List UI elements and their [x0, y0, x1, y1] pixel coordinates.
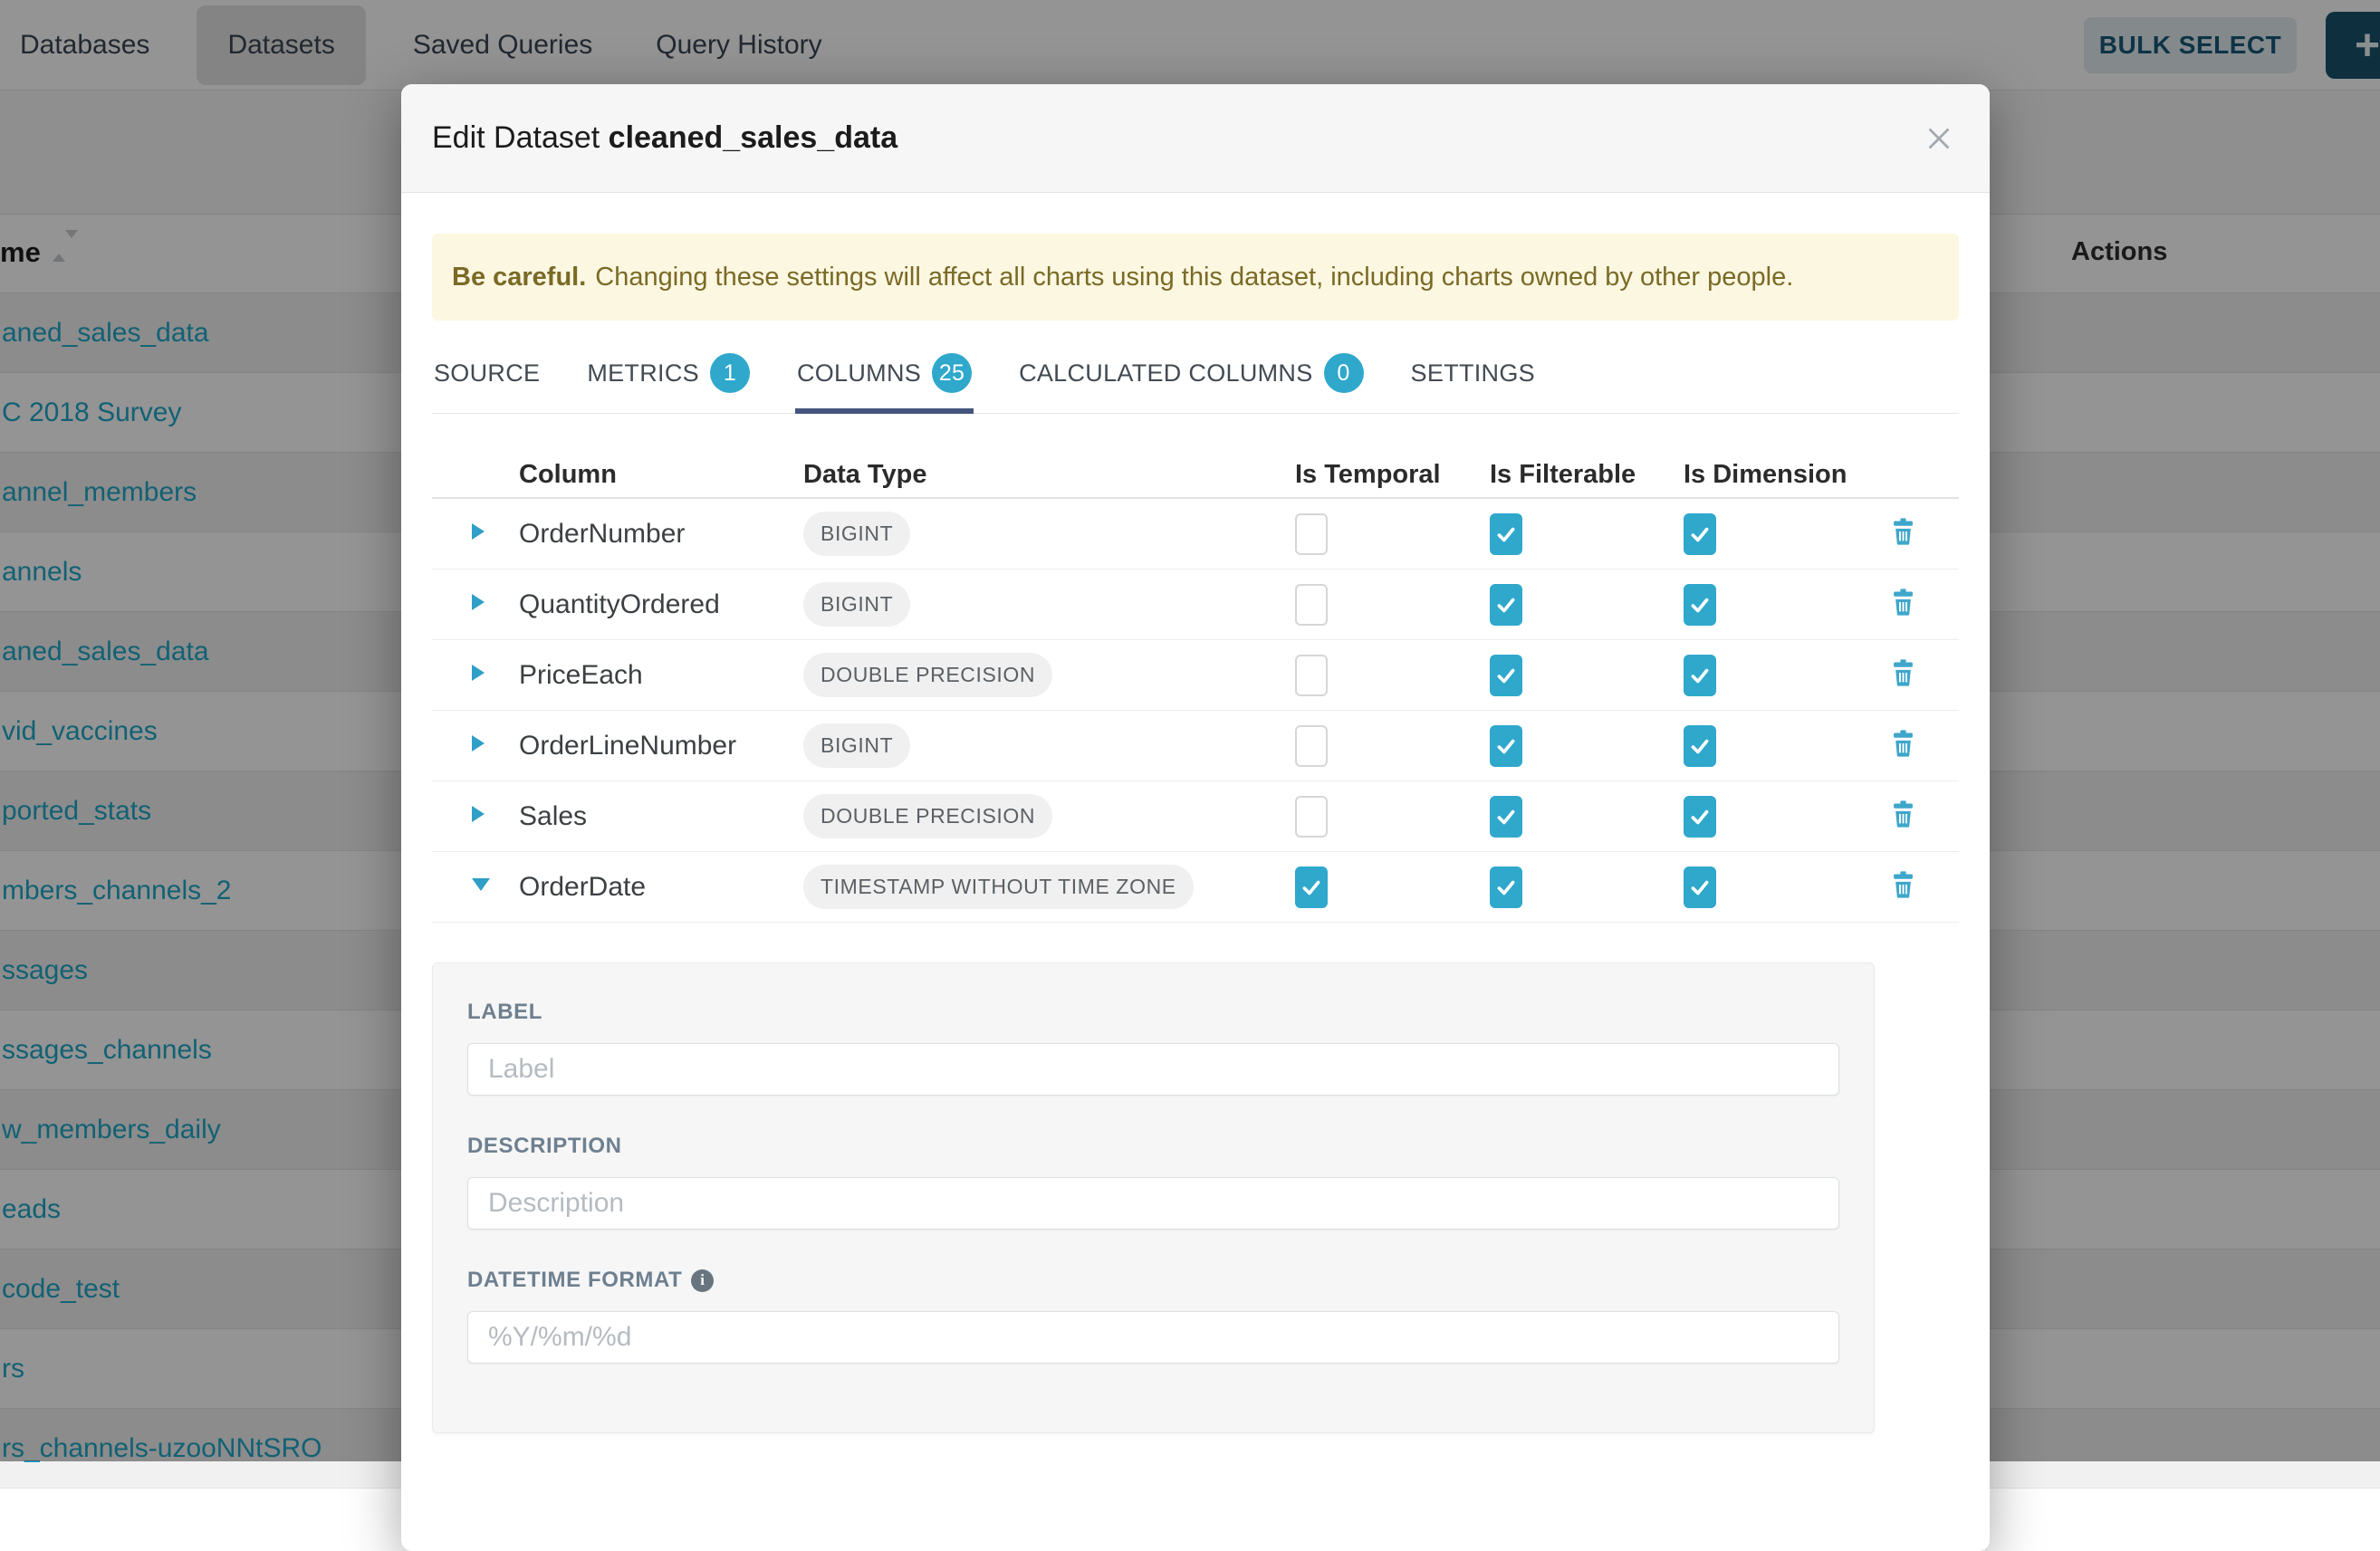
caret-icon: [472, 665, 485, 681]
expand-row-button[interactable]: [432, 594, 485, 610]
is-filterable-checkbox[interactable]: [1490, 655, 1522, 696]
is-dimension-checkbox[interactable]: [1684, 796, 1716, 838]
close-icon[interactable]: [1924, 124, 1953, 153]
delete-column-icon[interactable]: [1892, 730, 1915, 757]
data-type-pill: BIGINT: [803, 512, 910, 556]
edit-dataset-modal: Edit Dataset cleaned_sales_data Be caref…: [401, 84, 1990, 1551]
column-row: OrderNumber BIGINT: [432, 499, 1959, 570]
modal-title: Edit Dataset cleaned_sales_data: [432, 120, 897, 156]
column-row: Sales DOUBLE PRECISION: [432, 781, 1959, 852]
field-label: LABEL i: [467, 1000, 1839, 1096]
is-temporal-checkbox[interactable]: [1295, 796, 1328, 838]
column-detail-panel: LABEL i DESCRIPTION i DATETIME FORMAT i: [432, 962, 1875, 1433]
column-name: Sales: [519, 801, 803, 832]
field-description: DESCRIPTION i: [467, 1134, 1839, 1230]
is-filterable-checkbox[interactable]: [1490, 725, 1522, 767]
column-name: OrderNumber: [519, 519, 803, 550]
caret-icon: [472, 594, 485, 610]
tab-count-badge: 1: [710, 353, 750, 393]
is-filterable-checkbox[interactable]: [1490, 513, 1522, 555]
data-type-header: Data Type: [803, 460, 1295, 490]
columns-table-header: Column Data Type Is Temporal Is Filterab…: [432, 452, 1959, 499]
is-dimension-header: Is Dimension: [1684, 460, 1892, 490]
expand-row-button[interactable]: [432, 735, 485, 752]
column-name: QuantityOrdered: [519, 589, 803, 620]
tab-metrics[interactable]: METRICS 1: [585, 344, 752, 413]
data-type-pill: DOUBLE PRECISION: [803, 653, 1052, 697]
dataset-name: cleaned_sales_data: [609, 120, 897, 155]
caret-icon: [472, 523, 485, 540]
is-filterable-checkbox[interactable]: [1490, 866, 1522, 908]
column-name: OrderDate: [519, 872, 803, 903]
tab-count-badge: 0: [1324, 353, 1364, 393]
delete-column-icon[interactable]: [1892, 871, 1915, 898]
column-row: OrderLineNumber BIGINT: [432, 711, 1959, 781]
warning-banner: Be careful. Changing these settings will…: [432, 234, 1959, 321]
expand-row-button[interactable]: [432, 878, 490, 891]
delete-column-icon[interactable]: [1892, 659, 1915, 686]
field-label: DESCRIPTION i: [467, 1134, 1839, 1159]
is-temporal-checkbox[interactable]: [1295, 584, 1328, 626]
info-icon[interactable]: i: [691, 1269, 714, 1292]
data-type-pill: BIGINT: [803, 723, 910, 768]
modal-header: Edit Dataset cleaned_sales_data: [401, 84, 1990, 193]
expand-row-button[interactable]: [432, 806, 485, 822]
is-temporal-checkbox[interactable]: [1295, 866, 1328, 908]
is-temporal-header: Is Temporal: [1295, 460, 1490, 490]
is-temporal-checkbox[interactable]: [1295, 655, 1328, 696]
field-datetime-format: DATETIME FORMAT i: [467, 1268, 1839, 1364]
delete-column-icon[interactable]: [1892, 800, 1915, 828]
data-type-pill: DOUBLE PRECISION: [803, 794, 1052, 838]
is-temporal-checkbox[interactable]: [1295, 725, 1328, 767]
data-type-pill: BIGINT: [803, 582, 910, 627]
delete-column-icon[interactable]: [1892, 518, 1915, 545]
field-input[interactable]: [467, 1177, 1839, 1230]
columns-table: Column Data Type Is Temporal Is Filterab…: [432, 452, 1959, 923]
is-dimension-checkbox[interactable]: [1684, 866, 1716, 908]
is-temporal-checkbox[interactable]: [1295, 513, 1328, 555]
column-name: OrderLineNumber: [519, 731, 803, 761]
column-header: Column: [519, 460, 803, 490]
delete-column-icon[interactable]: [1892, 589, 1915, 616]
expand-row-button[interactable]: [432, 523, 485, 540]
is-dimension-checkbox[interactable]: [1684, 725, 1716, 767]
field-input[interactable]: [467, 1311, 1839, 1364]
expand-row-button[interactable]: [432, 665, 485, 681]
is-filterable-checkbox[interactable]: [1490, 796, 1522, 838]
tab-columns[interactable]: COLUMNS 25: [795, 344, 974, 413]
is-filterable-checkbox[interactable]: [1490, 584, 1522, 626]
is-filterable-header: Is Filterable: [1490, 460, 1684, 490]
data-type-pill: TIMESTAMP WITHOUT TIME ZONE: [803, 865, 1194, 909]
tab-source[interactable]: SOURCE: [432, 344, 542, 413]
field-label: LABEL i: [467, 1000, 1839, 1025]
is-dimension-checkbox[interactable]: [1684, 655, 1716, 696]
caret-icon: [472, 878, 490, 891]
warning-bold: Be careful.: [452, 263, 586, 292]
column-row: QuantityOrdered BIGINT: [432, 570, 1959, 640]
is-dimension-checkbox[interactable]: [1684, 513, 1716, 555]
field-input[interactable]: [467, 1043, 1839, 1096]
warning-text: Changing these settings will affect all …: [595, 263, 1793, 292]
tab-calculated-columns[interactable]: CALCULATED COLUMNS 0: [1017, 344, 1365, 413]
caret-icon: [472, 806, 485, 822]
caret-icon: [472, 735, 485, 752]
is-dimension-checkbox[interactable]: [1684, 584, 1716, 626]
column-row: OrderDate TIMESTAMP WITHOUT TIME ZONE: [432, 852, 1959, 923]
column-row: PriceEach DOUBLE PRECISION: [432, 640, 1959, 711]
tab-count-badge: 25: [932, 353, 972, 393]
column-name: PriceEach: [519, 660, 803, 691]
field-label: DATETIME FORMAT i: [467, 1268, 1839, 1293]
modal-tabs: SOURCE METRICS 1 COLUMNS 25 CALCULATED C…: [432, 344, 1959, 414]
modal-body: Be careful. Changing these settings will…: [401, 193, 1990, 1433]
tab-settings[interactable]: SETTINGS: [1409, 344, 1537, 413]
